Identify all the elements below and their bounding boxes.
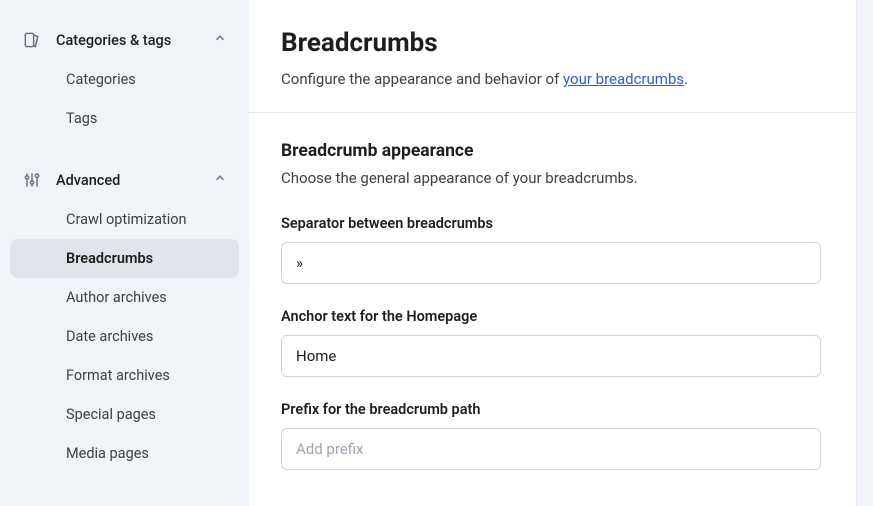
sidebar-item-categories[interactable]: Categories <box>10 60 239 99</box>
sidebar-item-label: Date archives <box>66 328 153 345</box>
separator-label: Separator between breadcrumbs <box>281 215 824 232</box>
prefix-label: Prefix for the breadcrumb path <box>281 401 824 418</box>
subtitle-suffix: . <box>684 70 688 88</box>
sidebar-item-breadcrumbs[interactable]: Breadcrumbs <box>10 239 239 278</box>
sidebar-section-label: Categories & tags <box>56 32 213 49</box>
sidebar-item-label: Crawl optimization <box>66 211 187 228</box>
section-title: Breadcrumb appearance <box>281 141 824 161</box>
separator-input[interactable] <box>281 242 821 284</box>
sidebar-item-date-archives[interactable]: Date archives <box>10 317 239 356</box>
sidebar-item-label: Media pages <box>66 445 149 462</box>
sidebar-section-label: Advanced <box>56 172 213 189</box>
right-gutter <box>857 0 873 506</box>
anchor-input[interactable] <box>281 335 821 377</box>
sidebar-item-format-archives[interactable]: Format archives <box>10 356 239 395</box>
sidebar-item-label: Breadcrumbs <box>66 250 153 267</box>
main-header: Breadcrumbs Configure the appearance and… <box>249 0 856 113</box>
sidebar-item-label: Format archives <box>66 367 170 384</box>
appearance-section: Breadcrumb appearance Choose the general… <box>249 113 856 470</box>
sidebar-section-categories-tags: Categories & tags Categories Tags <box>0 20 249 138</box>
sidebar-item-label: Author archives <box>66 289 167 306</box>
prefix-input[interactable] <box>281 428 821 470</box>
chevron-up-icon <box>213 31 227 49</box>
page-title: Breadcrumbs <box>281 28 824 58</box>
sidebar-header-categories-tags[interactable]: Categories & tags <box>0 20 249 60</box>
sidebar: Categories & tags Categories Tags <box>0 0 249 506</box>
sidebar-item-crawl-optimization[interactable]: Crawl optimization <box>10 200 239 239</box>
separator-group: Separator between breadcrumbs <box>281 215 824 284</box>
anchor-group: Anchor text for the Homepage <box>281 308 824 377</box>
sidebar-section-advanced: Advanced Crawl optimization Breadcrumbs … <box>0 160 249 473</box>
anchor-label: Anchor text for the Homepage <box>281 308 824 325</box>
sidebar-item-label: Tags <box>66 110 97 127</box>
sidebar-item-label: Categories <box>66 71 136 88</box>
sidebar-item-media-pages[interactable]: Media pages <box>10 434 239 473</box>
sidebar-item-tags[interactable]: Tags <box>10 99 239 138</box>
subtitle-text: Configure the appearance and behavior of <box>281 70 563 88</box>
page-subtitle: Configure the appearance and behavior of… <box>281 70 824 88</box>
section-subtitle: Choose the general appearance of your br… <box>281 169 824 187</box>
main-content: Breadcrumbs Configure the appearance and… <box>249 0 857 506</box>
prefix-group: Prefix for the breadcrumb path <box>281 401 824 470</box>
chevron-up-icon <box>213 171 227 189</box>
sidebar-item-author-archives[interactable]: Author archives <box>10 278 239 317</box>
sidebar-item-label: Special pages <box>66 406 156 423</box>
sidebar-header-advanced[interactable]: Advanced <box>0 160 249 200</box>
your-breadcrumbs-link[interactable]: your breadcrumbs <box>563 70 684 88</box>
sidebar-item-special-pages[interactable]: Special pages <box>10 395 239 434</box>
sliders-icon <box>22 170 42 190</box>
tag-icon <box>22 30 42 50</box>
